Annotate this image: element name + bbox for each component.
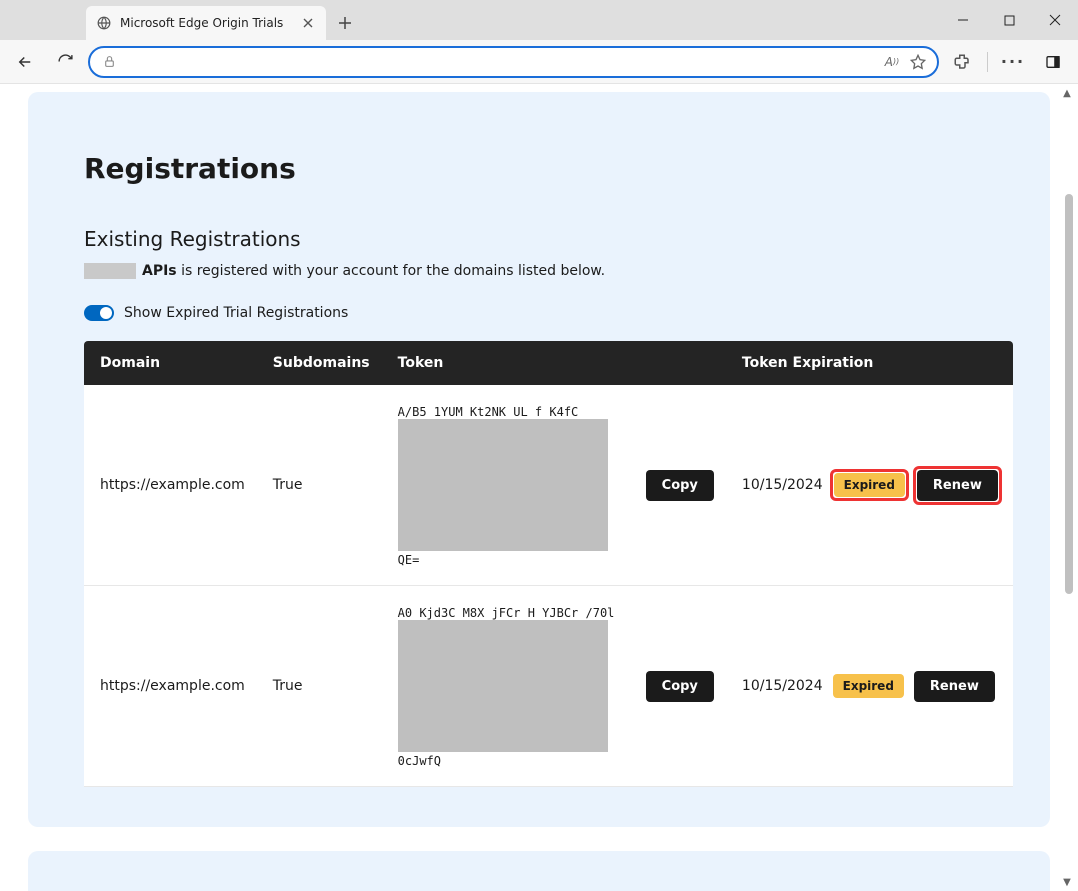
cell-copy: Copy	[632, 385, 728, 586]
registration-description: APIs is registered with your account for…	[84, 263, 994, 279]
address-bar[interactable]: A))	[88, 46, 939, 78]
expiration-date: 10/15/2024	[742, 477, 823, 493]
favorite-icon[interactable]	[909, 53, 927, 71]
globe-icon	[96, 15, 112, 31]
expiration-date: 10/15/2024	[742, 678, 823, 694]
col-subdomains: Subdomains	[259, 341, 384, 385]
scroll-up-icon[interactable]: ▲	[1060, 86, 1074, 100]
cell-expiration: 10/15/2024 Expired Renew	[728, 385, 1013, 586]
copy-button[interactable]: Copy	[646, 671, 714, 702]
back-button[interactable]	[8, 45, 42, 79]
browser-toolbar: A)) ···	[0, 40, 1078, 84]
page-viewport: Registrations Existing Registrations API…	[0, 84, 1078, 891]
redacted-token-block	[398, 620, 608, 752]
desc-tail: is registered with your account for the …	[177, 263, 605, 279]
new-tab-button[interactable]	[330, 8, 360, 38]
cell-expiration: 10/15/2024 Expired Renew	[728, 586, 1013, 787]
extensions-icon[interactable]	[945, 45, 979, 79]
tab-close-icon[interactable]	[300, 15, 316, 31]
window-controls	[940, 0, 1078, 40]
scrollbar[interactable]: ▲ ▼	[1062, 84, 1076, 891]
table-row: https://example.com True A/B5 1YUM Kt2NK…	[84, 385, 1013, 586]
cell-copy: Copy	[632, 586, 728, 787]
tab-title: Microsoft Edge Origin Trials	[120, 16, 292, 30]
close-window-button[interactable]	[1032, 0, 1078, 40]
renew-button[interactable]: Renew	[914, 671, 995, 702]
redacted-api-name	[84, 263, 136, 279]
show-expired-toggle[interactable]	[84, 305, 114, 321]
read-aloud-icon[interactable]: A))	[883, 53, 901, 71]
cell-subdomains: True	[259, 586, 384, 787]
existing-registrations-heading: Existing Registrations	[84, 227, 994, 251]
registrations-table: Domain Subdomains Token Token Expiration…	[84, 341, 1013, 787]
address-input[interactable]	[126, 54, 875, 70]
sidebar-toggle-icon[interactable]	[1036, 45, 1070, 79]
cell-subdomains: True	[259, 385, 384, 586]
minimize-button[interactable]	[940, 0, 986, 40]
cell-token: A/B5 1YUM Kt2NK UL f K4fC QE=	[384, 385, 632, 586]
token-fragment: A0 Kjd3C M8X jFCr H YJBCr /70l	[398, 606, 615, 620]
maximize-button[interactable]	[986, 0, 1032, 40]
cell-token: A0 Kjd3C M8X jFCr H YJBCr /70l 0cJwfQ	[384, 586, 632, 787]
browser-tab[interactable]: Microsoft Edge Origin Trials	[86, 6, 326, 40]
copy-button[interactable]: Copy	[646, 470, 714, 501]
apis-label: APIs	[142, 263, 177, 279]
scroll-down-icon[interactable]: ▼	[1060, 875, 1074, 889]
expired-badge: Expired	[834, 473, 905, 497]
table-row: https://example.com True A0 Kjd3C M8X jF…	[84, 586, 1013, 787]
new-registration-card: New Origin Trial Registration	[28, 851, 1050, 891]
col-token: Token	[384, 341, 632, 385]
highlight-box: Renew	[916, 469, 999, 502]
toolbar-separator	[987, 52, 988, 72]
menu-icon[interactable]: ···	[996, 45, 1030, 79]
highlight-box: Expired	[833, 472, 906, 498]
col-domain: Domain	[84, 341, 259, 385]
token-fragment: A/B5 1YUM Kt2NK UL f K4fC	[398, 405, 579, 419]
redacted-token-block	[398, 419, 608, 551]
browser-titlebar: Microsoft Edge Origin Trials	[0, 0, 1078, 40]
show-expired-label: Show Expired Trial Registrations	[124, 305, 348, 321]
cell-domain: https://example.com	[84, 385, 259, 586]
page-title: Registrations	[84, 152, 994, 185]
col-expiration: Token Expiration	[728, 341, 1013, 385]
renew-button[interactable]: Renew	[917, 470, 998, 501]
cell-domain: https://example.com	[84, 586, 259, 787]
lock-icon	[100, 53, 118, 71]
refresh-button[interactable]	[48, 45, 82, 79]
col-copy	[632, 341, 728, 385]
token-fragment: QE=	[398, 553, 420, 567]
registrations-card: Registrations Existing Registrations API…	[28, 92, 1050, 827]
token-fragment: 0cJwfQ	[398, 754, 441, 768]
expired-badge: Expired	[833, 674, 904, 698]
scrollbar-thumb[interactable]	[1065, 194, 1073, 594]
